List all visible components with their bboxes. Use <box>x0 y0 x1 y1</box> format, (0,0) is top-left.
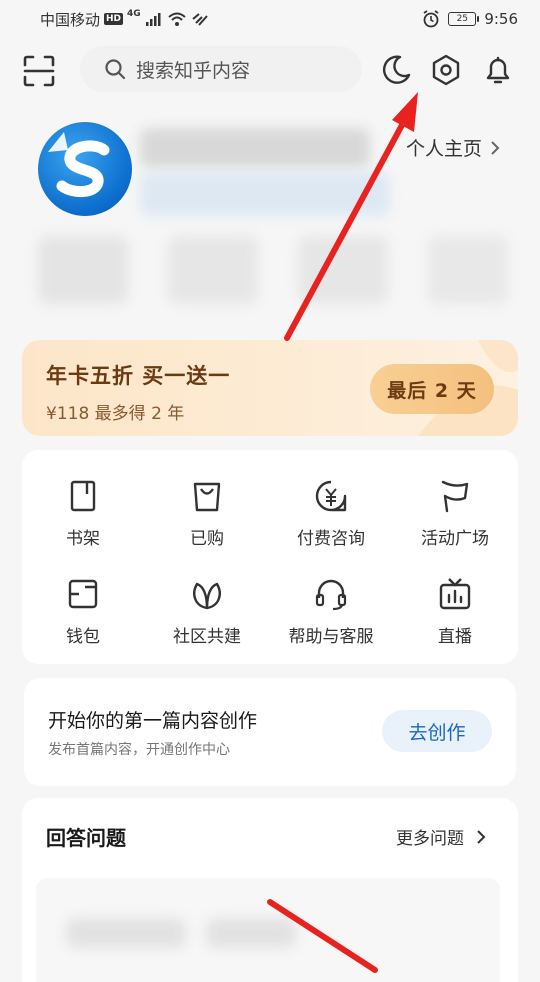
avatar-s-logo <box>48 132 110 197</box>
headset-icon <box>315 579 347 611</box>
top-bar: 搜索知乎内容 <box>0 42 540 98</box>
username-blurred <box>140 128 370 168</box>
create-subtitle: 发布首篇内容，开通创作中心 <box>48 742 230 758</box>
flag-icon <box>441 480 469 513</box>
notification-bell-icon[interactable] <box>482 54 514 86</box>
user-info-blurred <box>140 172 390 216</box>
more-questions-link[interactable]: 更多问题 <box>396 824 486 849</box>
answer-questions-title: 回答问题 <box>46 826 126 850</box>
profile-link[interactable]: 个人主页 <box>406 134 500 161</box>
grid-item-label: 帮助与客服 <box>288 627 374 647</box>
avatar[interactable] <box>38 122 132 216</box>
clock: 9:56 <box>484 10 518 28</box>
paid-consult-icon <box>315 480 347 512</box>
grid-item-bookshelf[interactable]: 书架 <box>28 478 138 549</box>
carrier-label: 中国移动 <box>40 10 101 29</box>
grid-item-label: 书架 <box>66 529 100 549</box>
live-tv-icon <box>439 578 471 610</box>
promo-title: 年卡五折 买一送一 <box>46 364 231 388</box>
grid-item-label: 钱包 <box>66 627 100 647</box>
nfc-icon <box>192 13 208 26</box>
grid-item-label: 直播 <box>438 627 472 647</box>
search-icon <box>105 59 126 80</box>
grid-item-label: 活动广场 <box>421 529 489 549</box>
search-input[interactable]: 搜索知乎内容 <box>80 46 362 92</box>
network-label: 4G <box>127 9 141 19</box>
leaf-icon <box>193 582 221 610</box>
hd-badge: HD <box>104 13 124 25</box>
grid-item-help[interactable]: 帮助与客服 <box>276 576 386 647</box>
shopping-bag-icon <box>193 482 221 512</box>
scan-icon[interactable] <box>22 54 56 88</box>
night-mode-icon[interactable] <box>380 54 412 86</box>
chevron-right-icon <box>477 829 486 844</box>
question-item-blurred[interactable] <box>36 878 500 982</box>
vip-promo-banner[interactable]: 年卡五折 买一送一 ¥118 最多得 2 年 最后 2 天 <box>22 340 518 436</box>
signal-icon <box>145 13 161 26</box>
grid-item-label: 社区共建 <box>173 627 241 647</box>
bookshelf-icon <box>70 480 96 512</box>
status-bar: 中国移动 HD 4G 25 9:56 <box>0 0 540 38</box>
go-create-button[interactable]: 去创作 <box>382 710 492 752</box>
battery-icon: 25 <box>448 12 480 26</box>
profile-link-label: 个人主页 <box>405 138 482 160</box>
grid-item-paid-consult[interactable]: 付费咨询 <box>276 478 386 549</box>
create-title: 开始你的第一篇内容创作 <box>48 710 258 732</box>
create-content-card: 开始你的第一篇内容创作 发布首篇内容，开通创作中心 去创作 <box>24 678 516 786</box>
alarm-icon <box>423 10 439 28</box>
grid-item-community[interactable]: 社区共建 <box>152 576 262 647</box>
answer-questions-card: 回答问题 更多问题 <box>22 798 518 982</box>
more-questions-label: 更多问题 <box>396 829 464 849</box>
settings-icon[interactable] <box>430 54 462 86</box>
wallet-icon <box>68 579 98 609</box>
grid-item-wallet[interactable]: 钱包 <box>28 576 138 647</box>
grid-item-live[interactable]: 直播 <box>400 576 510 647</box>
profile-header: 个人主页 <box>0 112 540 222</box>
promo-subtitle: ¥118 最多得 2 年 <box>46 404 185 424</box>
promo-button[interactable]: 最后 2 天 <box>370 364 494 414</box>
grid-item-label: 付费咨询 <box>297 529 365 549</box>
chevron-right-icon <box>491 140 500 155</box>
wifi-icon <box>168 12 186 26</box>
grid-item-events[interactable]: 活动广场 <box>400 478 510 549</box>
grid-item-purchased[interactable]: 已购 <box>152 478 262 549</box>
search-placeholder: 搜索知乎内容 <box>136 59 251 82</box>
function-grid: 书架 已购 付费咨询 活动广场 钱包 社区共建 帮助与客服 直播 <box>22 450 518 664</box>
grid-item-label: 已购 <box>190 529 224 549</box>
profile-stats-blurred <box>28 226 512 314</box>
